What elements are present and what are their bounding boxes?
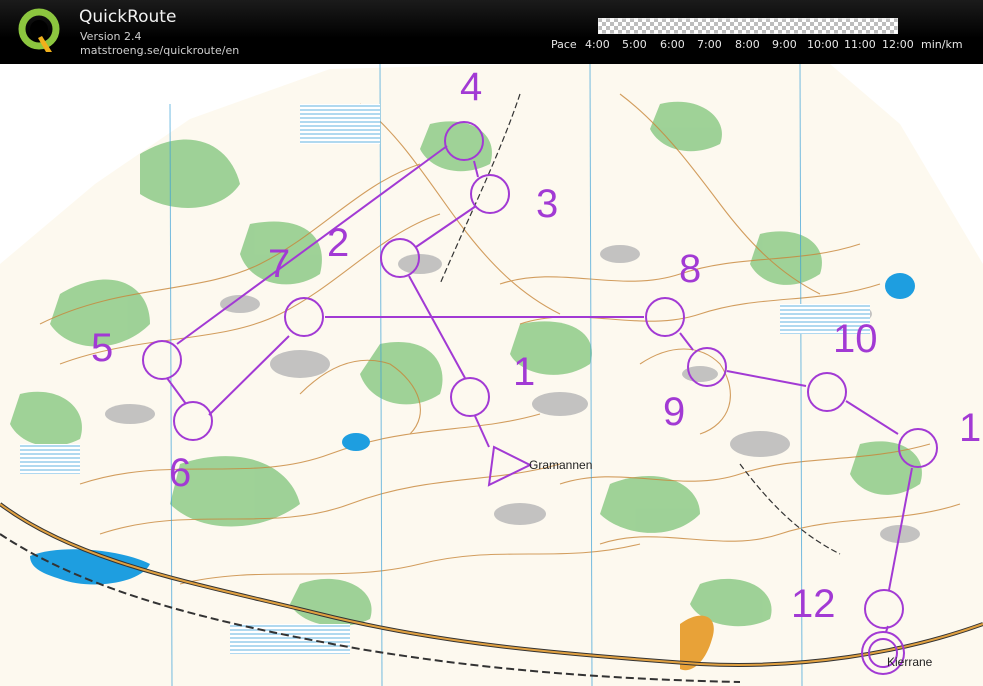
control-number: 3 [536,182,558,226]
app-title: QuickRoute [79,7,177,27]
pace-tick: 10:00 [807,38,839,51]
control-number: 1 [513,350,535,394]
control-number: 4 [460,65,482,109]
control-number: 6 [169,451,191,495]
pace-color-scale [598,18,898,34]
control-number: 8 [679,247,701,291]
pace-tick: 5:00 [622,38,647,51]
pace-tick: 8:00 [735,38,760,51]
pace-unit: min/km [921,38,963,51]
app-header: QuickRoute Version 2.4 matstroeng.se/qui… [0,0,983,64]
orienteering-map[interactable]: 1 2 3 4 5 6 7 8 9 10 1 12 Gramannen Kier… [0,64,983,686]
control-number: 5 [91,326,113,370]
control-number: 2 [327,221,349,265]
pace-tick: 4:00 [585,38,610,51]
pace-tick: 6:00 [660,38,685,51]
pace-tick: 9:00 [772,38,797,51]
control-number: 9 [663,390,685,434]
pace-scale-labels: Pace 4:00 5:00 6:00 7:00 8:00 9:00 10:00… [0,38,983,54]
pace-tick: 12:00 [882,38,914,51]
control-number: 12 [791,582,836,626]
place-name: Kierrane [887,655,933,669]
control-number: 7 [268,242,290,286]
place-name: Gramannen [529,458,592,472]
pace-label: Pace [551,38,577,51]
control-number: 10 [833,317,878,361]
map-canvas[interactable]: 1 2 3 4 5 6 7 8 9 10 1 12 Gramannen Kier… [0,64,983,686]
pace-tick: 7:00 [697,38,722,51]
pace-tick: 11:00 [844,38,876,51]
control-number: 1 [959,406,981,450]
